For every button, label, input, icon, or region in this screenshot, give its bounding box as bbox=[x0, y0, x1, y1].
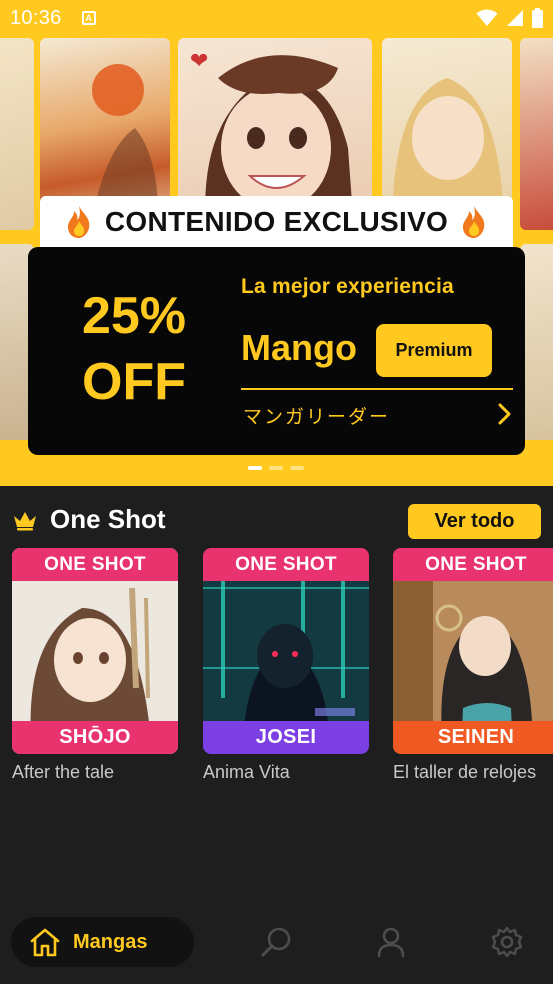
wifi-icon bbox=[476, 9, 498, 26]
one-shot-badge: ONE SHOT bbox=[12, 548, 178, 581]
promo-banner[interactable]: ❤ CONTENIDO EXCLUSIVO 25% OFF La mejor e… bbox=[0, 36, 553, 486]
status-time: 10:36 bbox=[10, 6, 62, 29]
see-all-button[interactable]: Ver todo bbox=[408, 504, 541, 539]
exclusive-content-text: CONTENIDO EXCLUSIVO bbox=[104, 206, 449, 237]
section-title: One Shot bbox=[50, 504, 166, 534]
battery-icon bbox=[532, 8, 543, 28]
carousel-indicator bbox=[248, 466, 304, 470]
section-header: One Shot bbox=[12, 504, 166, 535]
manga-title[interactable]: After the tale bbox=[12, 762, 178, 783]
content-panel: One Shot Ver todo ONE SHOT SHŌJO After t… bbox=[0, 486, 553, 984]
notification-icon: A bbox=[81, 11, 96, 25]
one-shot-badge: ONE SHOT bbox=[393, 548, 553, 581]
genre-badge: SHŌJO bbox=[12, 721, 178, 754]
promo-tagline: La mejor experiencia bbox=[241, 275, 454, 298]
profile-icon[interactable] bbox=[376, 926, 406, 958]
genre-badge: JOSEI bbox=[203, 721, 369, 754]
chevron-right-icon[interactable] bbox=[497, 402, 513, 426]
svg-text:❤: ❤ bbox=[190, 49, 208, 74]
signal-icon bbox=[507, 10, 523, 26]
status-icons bbox=[476, 8, 543, 28]
one-shot-carousel[interactable]: ONE SHOT SHŌJO After the tale ONE SHOT J… bbox=[12, 548, 553, 788]
carousel-dot[interactable] bbox=[248, 466, 262, 470]
premium-promo-card[interactable]: 25% OFF La mejor experiencia Mango Premi… bbox=[28, 247, 525, 455]
premium-button[interactable]: Premium bbox=[376, 324, 492, 377]
brand-name: Mango bbox=[241, 327, 357, 368]
bottom-navigation: Mangas bbox=[0, 906, 553, 984]
promo-subtitle: マンガリーダー bbox=[243, 407, 391, 428]
exclusive-content-label: CONTENIDO EXCLUSIVO bbox=[40, 196, 513, 248]
carousel-dot[interactable] bbox=[290, 466, 304, 470]
manga-title[interactable]: El taller de relojes bbox=[393, 762, 553, 783]
manga-title[interactable]: Anima Vita bbox=[203, 762, 369, 783]
fire-icon bbox=[463, 206, 485, 238]
cover-thumbnail bbox=[520, 38, 553, 230]
home-icon bbox=[30, 928, 60, 957]
search-icon[interactable] bbox=[260, 926, 292, 958]
promo-divider bbox=[241, 388, 513, 390]
genre-badge: SEINEN bbox=[393, 721, 553, 754]
manga-cover[interactable]: ONE SHOT SHŌJO bbox=[12, 548, 178, 754]
nav-label-mangas: Mangas bbox=[73, 930, 148, 953]
manga-card[interactable]: ONE SHOT SEINEN El taller de relojes bbox=[393, 548, 553, 783]
crown-icon bbox=[14, 511, 36, 530]
carousel-dot[interactable] bbox=[269, 466, 283, 470]
discount-block: 25% OFF bbox=[28, 247, 240, 455]
manga-cover[interactable]: ONE SHOT SEINEN bbox=[393, 548, 553, 754]
discount-percent: 25% bbox=[81, 287, 187, 345]
manga-card[interactable]: ONE SHOT SHŌJO After the tale bbox=[12, 548, 178, 783]
manga-card[interactable]: ONE SHOT JOSEI Anima Vita bbox=[203, 548, 369, 783]
cover-thumbnail bbox=[0, 38, 34, 230]
fire-icon bbox=[67, 206, 90, 238]
promo-details: La mejor experiencia Mango Premium マンガリー… bbox=[241, 247, 521, 455]
one-shot-badge: ONE SHOT bbox=[203, 548, 369, 581]
nav-item-mangas[interactable]: Mangas bbox=[11, 917, 194, 967]
status-bar: 10:36 A bbox=[0, 0, 553, 36]
discount-off: OFF bbox=[82, 353, 186, 411]
manga-cover[interactable]: ONE SHOT JOSEI bbox=[203, 548, 369, 754]
settings-icon[interactable] bbox=[491, 926, 523, 958]
